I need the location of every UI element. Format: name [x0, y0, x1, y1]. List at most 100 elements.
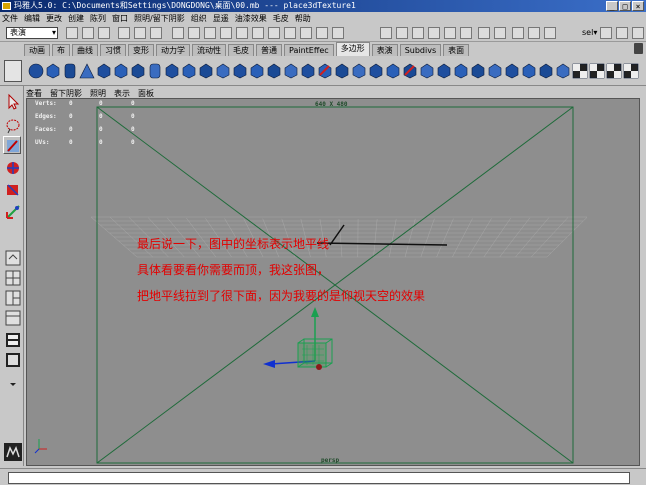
menu-paint-effects[interactable]: 油漆效果 — [235, 13, 267, 24]
open-scene-icon[interactable] — [82, 27, 94, 39]
shelf-tab-fluids[interactable]: 流动性 — [192, 44, 226, 56]
layout-graph-icon[interactable] — [3, 330, 21, 348]
shelf-tab-rendering[interactable]: 表演 — [371, 44, 398, 56]
scale-tool-icon[interactable] — [3, 202, 21, 220]
minimize-button[interactable]: _ — [606, 1, 618, 11]
menu-file[interactable]: 文件 — [2, 13, 18, 24]
cut-faces-icon[interactable] — [266, 63, 282, 79]
save-scene-icon[interactable] — [98, 27, 110, 39]
attribute-editor-toggle-icon[interactable] — [616, 27, 628, 39]
delete-edge-icon[interactable] — [538, 63, 554, 79]
menu-fur[interactable]: 毛皮 — [273, 13, 289, 24]
triangulate-icon[interactable] — [572, 63, 588, 79]
panel-menu-panels[interactable]: 面板 — [138, 88, 154, 99]
mask-misc-icon[interactable] — [284, 27, 296, 39]
fill-hole-icon[interactable] — [351, 63, 367, 79]
split-polygon-icon[interactable] — [249, 63, 265, 79]
flip-triangle-icon[interactable] — [555, 63, 571, 79]
manip-y-arrow[interactable] — [311, 307, 319, 317]
poly-plane-icon[interactable] — [96, 63, 112, 79]
maximize-button[interactable]: □ — [619, 1, 631, 11]
tool-settings-toggle-icon[interactable] — [632, 27, 644, 39]
close-button[interactable]: × — [632, 1, 644, 11]
snap-point-icon[interactable] — [396, 27, 408, 39]
extract-icon[interactable] — [317, 63, 333, 79]
wedge-icon[interactable] — [436, 63, 452, 79]
move-tool-icon[interactable] — [3, 158, 21, 176]
history-icon[interactable] — [380, 27, 392, 39]
shelf-tab-paint-effects[interactable]: PaintEffec — [284, 44, 334, 56]
shelf-tab-fur[interactable]: 毛皮 — [228, 44, 254, 56]
poly-prism-icon[interactable] — [130, 63, 146, 79]
manip-x-arrow[interactable] — [263, 360, 275, 368]
extrude-face-icon[interactable] — [385, 63, 401, 79]
checker-icon[interactable] — [623, 63, 639, 79]
extrude-edge-icon[interactable] — [402, 63, 418, 79]
combine-icon[interactable] — [283, 63, 299, 79]
lasso-tool-icon[interactable] — [3, 116, 21, 134]
shelf-tab-animation[interactable]: 动画 — [24, 44, 50, 56]
smooth-icon[interactable] — [334, 63, 350, 79]
poly-helix-icon[interactable] — [164, 63, 180, 79]
shelf-tab-dynamics[interactable]: 动力学 — [156, 44, 190, 56]
separate-icon[interactable] — [300, 63, 316, 79]
shelf-tab-deformation[interactable]: 变形 — [128, 44, 154, 56]
menu-set-dropdown[interactable]: 表演 — [6, 27, 58, 39]
snap-grid-icon[interactable] — [316, 27, 328, 39]
shelf-tab-general[interactable]: 普通 — [256, 44, 282, 56]
collapse-icon[interactable] — [521, 63, 537, 79]
perspective-viewport[interactable]: Verts: 0 0 0 Edges: 0 0 0 Faces: 0 0 0 U… — [26, 98, 640, 466]
poly-cone-icon[interactable] — [79, 63, 95, 79]
command-line-input[interactable] — [8, 472, 630, 484]
menu-texturing[interactable]: 组织 — [191, 13, 207, 24]
shelf-tab-polygons[interactable]: 多边形 — [335, 42, 370, 56]
quadrangulate-icon[interactable] — [589, 63, 605, 79]
quick-selection-field[interactable]: sel▾ — [582, 28, 597, 37]
panel-menu-show[interactable]: 表示 — [114, 88, 130, 99]
create-polygon-icon[interactable] — [215, 63, 231, 79]
mask-joints-icon[interactable] — [188, 27, 200, 39]
shelf-tab-custom[interactable]: 习惯 — [100, 44, 126, 56]
shelf-tab-curves[interactable]: 曲线 — [72, 44, 98, 56]
help-query-icon[interactable] — [300, 27, 312, 39]
render-globals-icon[interactable] — [512, 27, 524, 39]
menu-display[interactable]: 陈列 — [90, 13, 106, 24]
append-polygon-icon[interactable] — [232, 63, 248, 79]
shelf-menu-button[interactable] — [4, 60, 22, 82]
paint-select-tool-icon[interactable] — [3, 136, 21, 154]
poly-pipe-icon[interactable] — [147, 63, 163, 79]
render-current-frame-icon[interactable] — [478, 27, 490, 39]
layout-dropdown-icon[interactable] — [3, 374, 21, 392]
menu-lighting-shading[interactable]: 照明/留下阴影 — [134, 13, 185, 24]
menu-window[interactable]: 窗口 — [112, 13, 128, 24]
ipr-render-icon[interactable] — [494, 27, 506, 39]
poly-cylinder-icon[interactable] — [62, 63, 78, 79]
mask-surfaces-icon[interactable] — [220, 27, 232, 39]
merge-icon[interactable] — [504, 63, 520, 79]
construction-history-icon[interactable] — [460, 27, 472, 39]
menu-create[interactable]: 创建 — [68, 13, 84, 24]
poly-torus-icon[interactable] — [113, 63, 129, 79]
select-by-hierarchy-icon[interactable] — [118, 27, 130, 39]
layout-side-icon[interactable] — [3, 288, 21, 306]
new-scene-icon[interactable] — [66, 27, 78, 39]
select-tool-icon[interactable] — [3, 92, 21, 110]
select-by-component-icon[interactable] — [150, 27, 162, 39]
panel-menu-lighting[interactable]: 照明 — [90, 88, 106, 99]
menu-modify[interactable]: 更改 — [46, 13, 62, 24]
poly-sphere-icon[interactable] — [28, 63, 44, 79]
layout-four-icon[interactable] — [3, 268, 21, 286]
select-by-object-icon[interactable] — [134, 27, 146, 39]
shelf-tab-subdivs[interactable]: Subdivs — [399, 44, 442, 56]
trash-icon[interactable] — [634, 43, 643, 54]
bridge-icon[interactable] — [368, 63, 384, 79]
planar-map-icon[interactable] — [606, 63, 622, 79]
layout-outliner-icon[interactable] — [3, 308, 21, 326]
mask-curves-icon[interactable] — [204, 27, 216, 39]
hypershade-icon[interactable] — [528, 27, 540, 39]
make-live-icon[interactable] — [428, 27, 440, 39]
render-view-icon[interactable] — [544, 27, 556, 39]
poly-cube-icon[interactable] — [45, 63, 61, 79]
mask-handles-icon[interactable] — [172, 27, 184, 39]
input-output-icon[interactable] — [444, 27, 456, 39]
